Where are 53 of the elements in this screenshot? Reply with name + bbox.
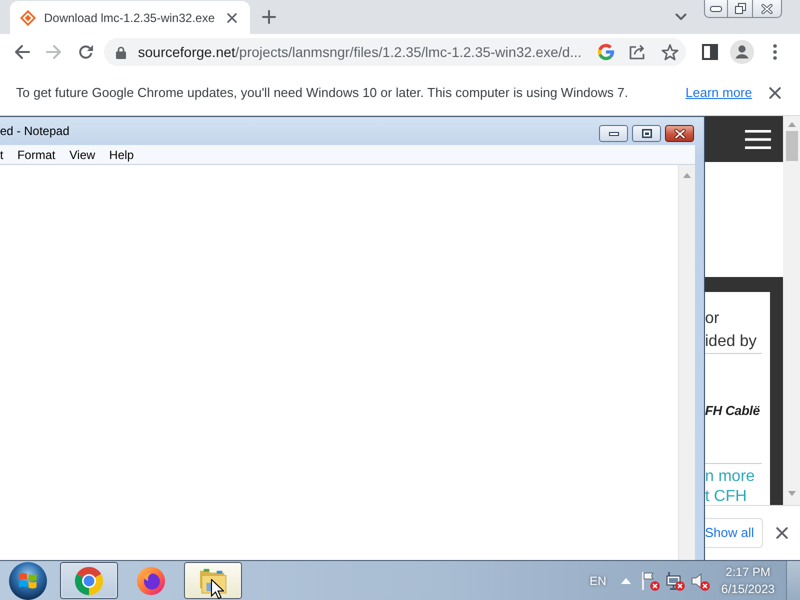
taskbar-button[interactable] [184, 562, 242, 599]
back-arrow-icon[interactable] [14, 44, 30, 60]
logo-text: FH Cablë [705, 402, 761, 420]
scrollbar[interactable] [678, 165, 695, 560]
start-orb-icon [9, 562, 47, 600]
address-bar[interactable]: sourceforge.net/projects/lanmsngr/files/1.2.35/lmc-1.2.35-win32.exe/d... [104, 38, 686, 66]
menu-icon[interactable] [745, 130, 771, 148]
maximize-button[interactable] [632, 125, 661, 142]
taskbar-button[interactable] [60, 562, 118, 599]
star-icon[interactable] [661, 44, 679, 60]
window-title: ed - Notepad [0, 123, 70, 140]
lock-icon[interactable] [116, 46, 126, 58]
restore-icon [734, 3, 746, 14]
profile-avatar-icon[interactable] [730, 40, 754, 64]
minimize-button[interactable] [599, 125, 628, 142]
maximize-icon [642, 129, 652, 138]
start-button[interactable] [8, 562, 48, 600]
page-text: ided by [705, 332, 758, 352]
side-panel-icon[interactable] [702, 44, 718, 60]
chrome-icon [74, 566, 104, 596]
clock-time: 2:17 PM [726, 564, 770, 580]
more-menu-icon[interactable] [773, 44, 777, 60]
new-tab-icon[interactable] [262, 10, 276, 24]
firefox-icon [136, 566, 166, 596]
flag-icon[interactable] [640, 570, 660, 590]
letter-g-icon[interactable] [597, 43, 615, 61]
speaker-icon[interactable] [690, 570, 710, 590]
browser-tab[interactable]: Download lmc-1.2.35-win32.exe [10, 1, 250, 34]
menu-item[interactable]: View [62, 145, 102, 164]
close-icon [674, 128, 686, 138]
close-icon [761, 4, 773, 14]
close-button[interactable] [665, 125, 694, 142]
menu-item[interactable]: Help [102, 145, 141, 164]
menu-item[interactable]: Format [10, 145, 62, 164]
clock-date: 6/15/2023 [721, 580, 775, 598]
page-text: or [705, 309, 720, 329]
close-tab-icon[interactable] [227, 12, 237, 22]
reload-icon[interactable] [78, 44, 94, 60]
minimize-icon [710, 6, 722, 12]
share-icon[interactable] [629, 44, 647, 60]
menu-item[interactable]: t [0, 145, 10, 164]
info-message: To get future Google Chrome updates, you'll need Windows 10 or later. This computer is using Windows 7. [16, 84, 630, 102]
scrollbar[interactable] [783, 116, 800, 505]
minimize-icon [608, 132, 618, 136]
url-text: sourceforge.net/projects/lanmsngr/files/1.2.35/lmc-1.2.35-win32.exe/d... [138, 42, 583, 62]
monitor-icon[interactable] [665, 570, 685, 590]
diamond-favicon-icon [20, 10, 36, 26]
close-icon[interactable] [769, 86, 781, 98]
close-icon[interactable] [776, 527, 788, 539]
learn-more-link[interactable]: Learn more [686, 82, 752, 102]
mouse-pointer-icon [211, 579, 224, 599]
scrollbar-thumb[interactable] [786, 131, 798, 161]
chevron-down-icon[interactable] [675, 13, 687, 21]
